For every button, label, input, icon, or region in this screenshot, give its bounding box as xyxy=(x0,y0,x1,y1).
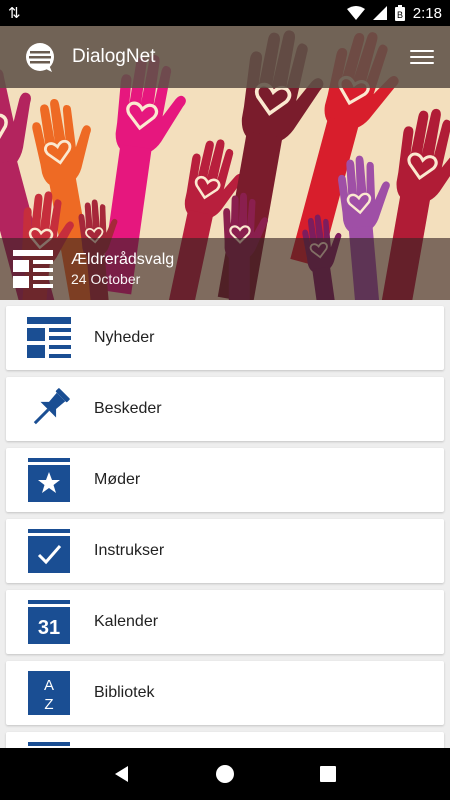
wifi-icon xyxy=(346,6,365,20)
menu-item-label: Bibliotek xyxy=(94,684,155,701)
status-bar: ⇅ B 2:18 xyxy=(0,0,450,26)
calendar-day-number: 31 xyxy=(38,617,60,639)
data-transfer-icon: ⇅ xyxy=(8,5,21,22)
signal-icon xyxy=(372,6,387,20)
calendar-star-icon xyxy=(26,457,72,503)
news-icon xyxy=(13,250,53,288)
hamburger-line xyxy=(410,56,434,58)
hamburger-menu-button[interactable] xyxy=(410,45,434,69)
app-title: DialogNet xyxy=(72,46,156,67)
library-az-icon: A Z xyxy=(26,670,72,716)
menu-item-label: Nyheder xyxy=(94,329,155,346)
back-icon xyxy=(114,766,128,782)
hero-header: DialogNet Ældrerådsvalg 24 October xyxy=(0,26,450,300)
hamburger-line xyxy=(410,62,434,64)
system-navigation-bar xyxy=(0,748,450,800)
status-icons: B 2:18 xyxy=(346,4,442,22)
hamburger-line xyxy=(410,50,434,52)
menu-item-beskeder[interactable]: Beskeder xyxy=(6,377,444,441)
home-icon xyxy=(215,765,234,783)
pin-icon xyxy=(26,386,72,432)
library-letter-top: A xyxy=(44,677,54,694)
menu-item-instrukser[interactable]: Instrukser xyxy=(6,519,444,583)
app-bar: DialogNet xyxy=(0,26,450,88)
dialognet-logo-icon xyxy=(26,43,54,72)
recents-button[interactable] xyxy=(308,754,348,794)
menu-item-label: Møder xyxy=(94,471,141,488)
menu-item-nyheder[interactable]: Nyheder xyxy=(6,306,444,370)
news-icon xyxy=(26,315,72,361)
home-button[interactable] xyxy=(205,754,245,794)
news-title: Ældrerådsvalg xyxy=(71,250,175,268)
calendar-check-icon xyxy=(26,528,72,574)
svg-text:B: B xyxy=(397,10,403,20)
calendar-icon xyxy=(26,741,72,748)
menu-item-moder[interactable]: Møder xyxy=(6,448,444,512)
back-button[interactable] xyxy=(102,754,142,794)
menu-item-bibliotek[interactable]: A Z Bibliotek xyxy=(6,661,444,725)
library-letter-bottom: Z xyxy=(44,696,53,713)
menu-item-label: Beskeder xyxy=(94,400,162,417)
main-menu-list: Nyheder Beskeder Møder Instrukser 31 Kal… xyxy=(0,300,450,748)
news-date: 24 October xyxy=(71,270,141,287)
battery-icon: B xyxy=(394,5,405,21)
featured-news-banner[interactable]: Ældrerådsvalg 24 October xyxy=(0,238,450,300)
menu-item-kalender[interactable]: 31 Kalender xyxy=(6,590,444,654)
menu-item-partial[interactable] xyxy=(6,732,444,748)
calendar-day-icon: 31 xyxy=(26,599,72,645)
clock: 2:18 xyxy=(412,4,442,22)
recents-icon xyxy=(320,766,337,782)
menu-item-label: Instrukser xyxy=(94,542,165,559)
menu-item-label: Kalender xyxy=(94,613,159,630)
